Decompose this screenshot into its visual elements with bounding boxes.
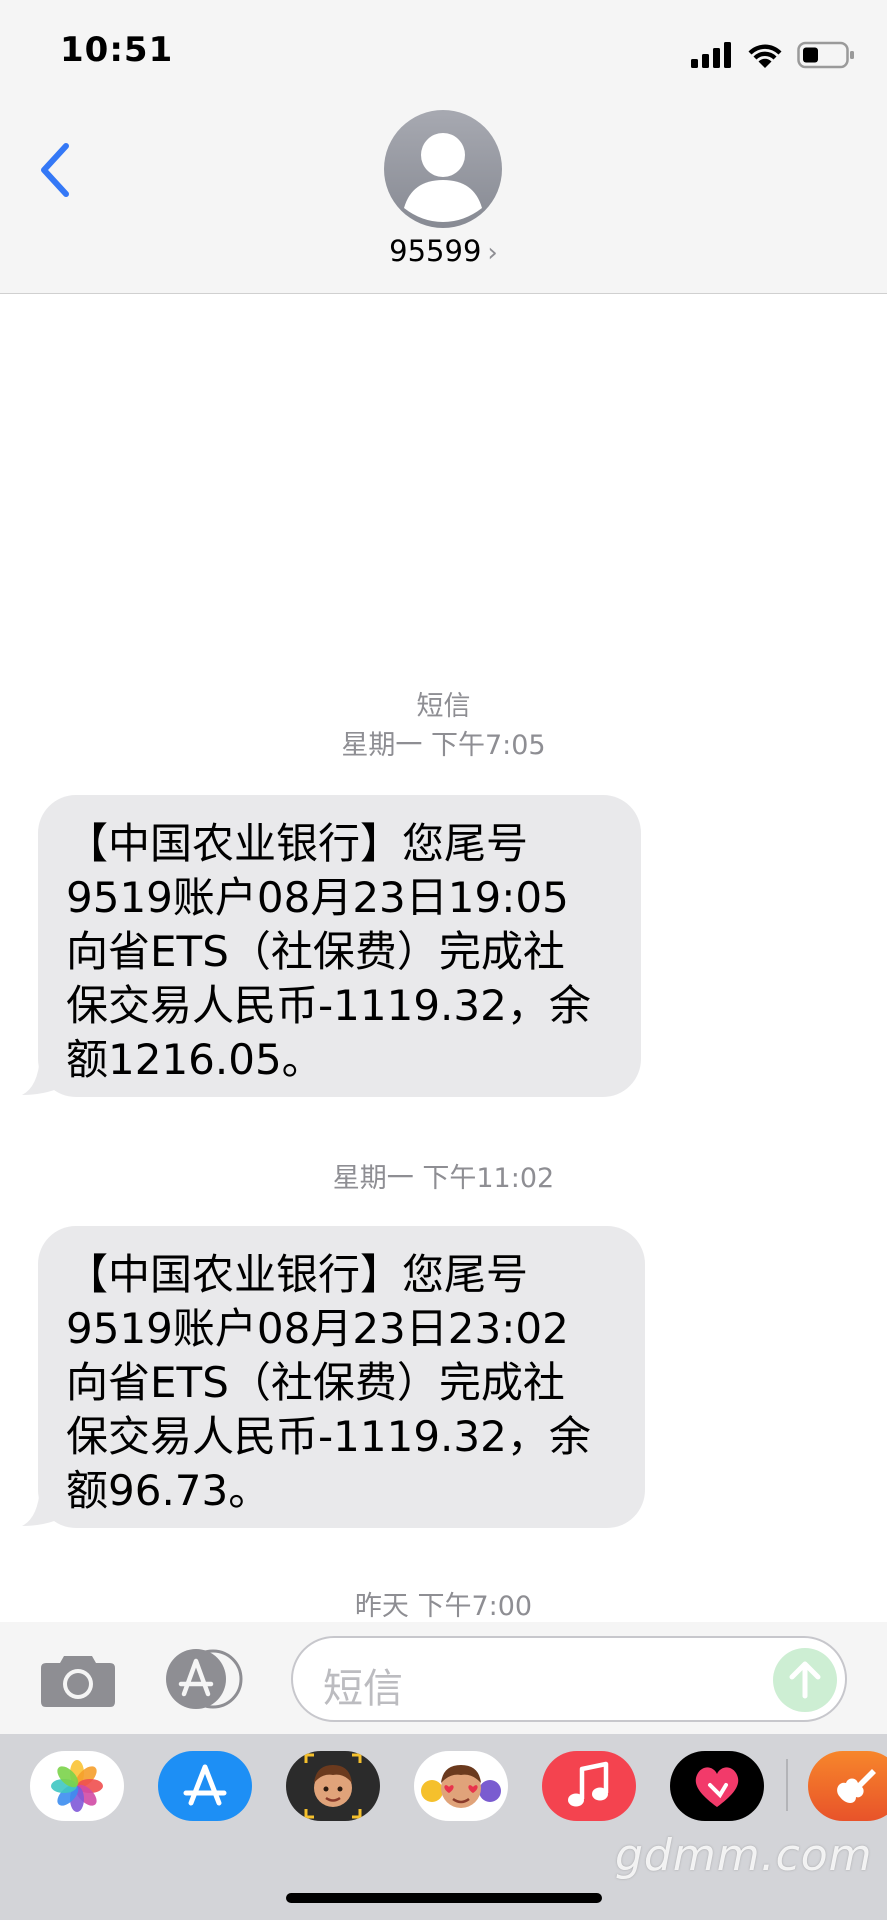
contact-name: 95599	[389, 234, 482, 268]
contact-name-button[interactable]: 95599 ›	[0, 234, 887, 268]
message-line: 保交易人民币-1119.32，余	[66, 981, 591, 1030]
status-time: 10:51	[60, 30, 174, 70]
app-store-icon	[166, 1649, 243, 1709]
message-line: 额1216.05。	[66, 1035, 324, 1084]
watermark: gdmm.com	[615, 1830, 873, 1881]
conversation-header: 10:51 95599 ›	[0, 0, 887, 294]
message-line: 向省ETS（社保费）完成社	[66, 1358, 565, 1407]
back-button[interactable]	[30, 135, 80, 205]
message-line: 额96.73。	[66, 1466, 271, 1515]
message-line: 9519账户08月23日23:02	[66, 1304, 569, 1353]
animoji-icon	[421, 1765, 501, 1808]
garageband-app-button[interactable]	[808, 1751, 887, 1821]
message-input[interactable]: 短信	[291, 1636, 847, 1722]
contact-avatar[interactable]	[384, 110, 502, 228]
music-icon	[568, 1761, 609, 1807]
camera-icon	[41, 1656, 115, 1707]
send-button[interactable]	[773, 1648, 837, 1712]
music-app-button[interactable]	[542, 1751, 636, 1821]
app-store-app-button[interactable]	[158, 1751, 252, 1821]
home-indicator[interactable]	[286, 1893, 602, 1903]
message-input-bar: 短信	[0, 1622, 887, 1734]
app-store-icon	[183, 1764, 227, 1806]
photos-app-button[interactable]	[30, 1751, 124, 1821]
person-silhouette-icon	[404, 133, 482, 222]
camera-button[interactable]	[40, 1652, 116, 1708]
chevron-right-icon: ›	[487, 238, 498, 268]
message-line: 【中国农业银行】您尾号	[66, 1250, 529, 1299]
message-bubble[interactable]: 【中国农业银行】您尾号 9519账户08月23日23:02 向省ETS（社保费）…	[38, 1226, 645, 1528]
wifi-icon	[748, 44, 782, 68]
memoji-app-button[interactable]	[286, 1751, 380, 1821]
message-timestamp: 昨天 下午7:00	[354, 1591, 533, 1622]
message-line: 保交易人民币-1119.32，余	[66, 1412, 591, 1461]
animoji-stickers-app-button[interactable]	[414, 1751, 508, 1821]
message-line: 9519账户08月23日19:05	[66, 873, 569, 922]
cellular-signal-icon	[691, 42, 731, 68]
memoji-icon	[304, 1753, 362, 1819]
message-bubble[interactable]: 【中国农业银行】您尾号 9519账户08月23日19:05 向省ETS（社保费）…	[38, 795, 641, 1097]
photos-icon	[51, 1760, 103, 1812]
message-input-placeholder: 短信	[323, 1666, 403, 1712]
messages-screen: 10:51 95599 › 短信 星期一 下午7:05 【中国农业银行】您尾号 …	[0, 0, 887, 1920]
garageband-icon	[837, 1769, 876, 1803]
message-line: 【中国农业银行】您尾号	[66, 819, 529, 868]
app-store-button[interactable]	[165, 1648, 247, 1710]
service-label: 短信	[416, 691, 471, 722]
digital-touch-app-button[interactable]	[670, 1751, 764, 1821]
chevron-left-icon	[41, 143, 69, 197]
message-line: 向省ETS（社保费）完成社	[66, 927, 565, 976]
drawer-divider	[786, 1759, 788, 1811]
message-timestamp: 星期一 下午7:05	[341, 730, 546, 761]
digital-touch-icon	[695, 1767, 739, 1807]
status-icons	[691, 40, 855, 70]
arrow-up-icon	[789, 1661, 821, 1699]
battery-icon	[797, 41, 854, 69]
message-timestamp: 星期一 下午11:02	[332, 1163, 555, 1194]
